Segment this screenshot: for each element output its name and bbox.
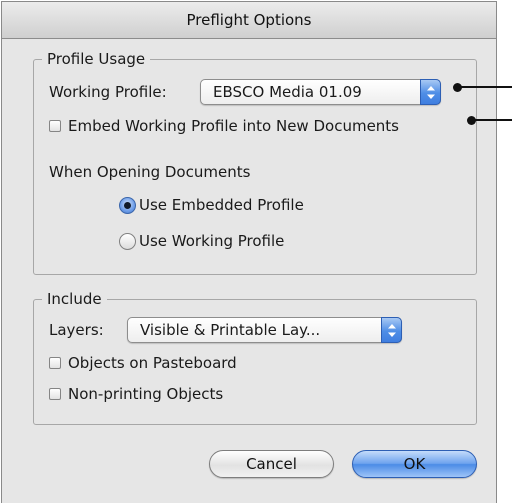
dialog-title[interactable]: Preflight Options	[2, 2, 496, 39]
embed-working-profile-checkbox[interactable]	[49, 120, 61, 132]
non-printing-objects-checkbox[interactable]	[49, 388, 61, 400]
layers-value: Visible & Printable Lay...	[140, 321, 321, 339]
use-embedded-profile-label[interactable]: Use Embedded Profile	[139, 194, 304, 216]
popup-arrows-icon	[381, 317, 402, 343]
layers-label: Layers:	[49, 321, 104, 339]
use-working-profile-label[interactable]: Use Working Profile	[139, 230, 284, 252]
non-printing-objects-label[interactable]: Non-printing Objects	[68, 383, 223, 405]
preflight-options-dialog: Preflight Options Profile Usage Working …	[1, 1, 497, 503]
layers-popup[interactable]: Visible & Printable Lay...	[127, 317, 402, 343]
callout-line-working-profile	[458, 86, 512, 88]
objects-on-pasteboard-label[interactable]: Objects on Pasteboard	[68, 352, 237, 374]
when-opening-documents-label: When Opening Documents	[49, 163, 251, 181]
radio-selected-dot	[124, 202, 131, 209]
ok-button[interactable]: OK	[352, 450, 477, 478]
objects-on-pasteboard-checkbox[interactable]	[49, 357, 61, 369]
working-profile-value: EBSCO Media 01.09	[213, 83, 362, 101]
use-embedded-profile-radio[interactable]	[119, 197, 136, 214]
working-profile-label: Working Profile:	[49, 83, 167, 101]
cancel-button[interactable]: Cancel	[209, 450, 334, 478]
popup-arrows-icon	[420, 79, 441, 105]
working-profile-popup[interactable]: EBSCO Media 01.09	[200, 79, 441, 105]
profile-usage-label: Profile Usage	[42, 49, 151, 69]
embed-working-profile-label[interactable]: Embed Working Profile into New Documents	[68, 115, 399, 137]
callout-line-embed-profile	[472, 119, 512, 121]
use-working-profile-radio[interactable]	[119, 233, 136, 250]
include-label: Include	[42, 289, 107, 309]
